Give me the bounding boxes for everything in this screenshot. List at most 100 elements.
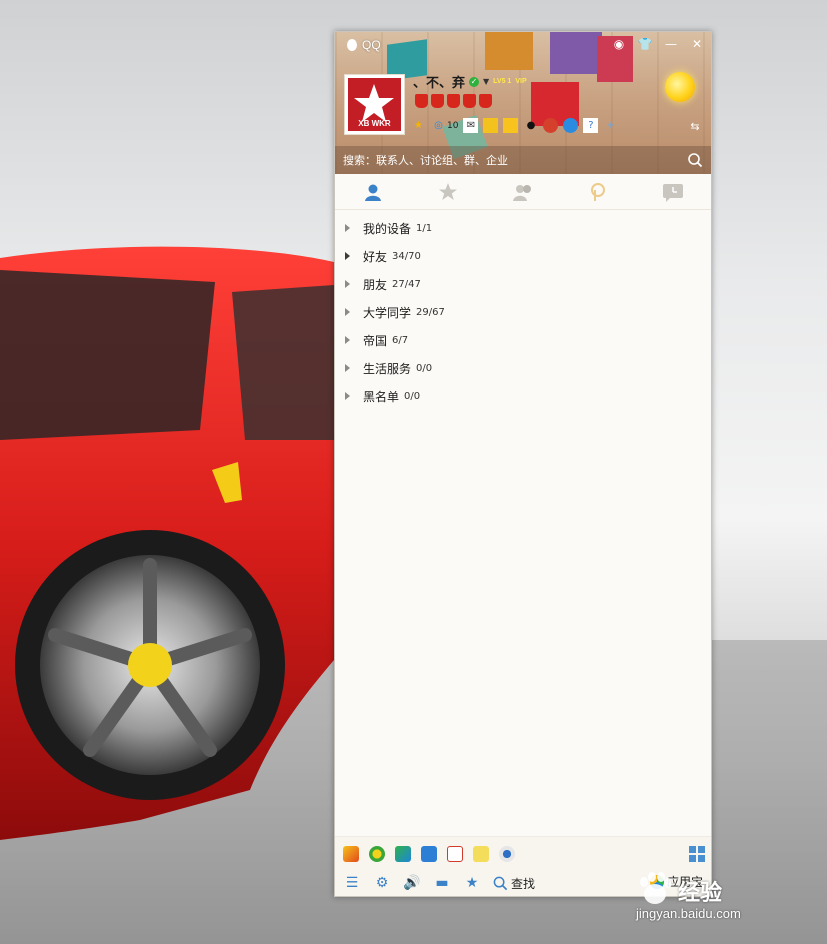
app-shortcuts <box>343 846 515 862</box>
penguin-icon[interactable]: ● <box>523 118 538 133</box>
favorites-star-icon <box>438 182 457 200</box>
avatar[interactable]: XB WKR <box>344 74 405 135</box>
chevron-right-icon <box>345 392 350 400</box>
quick-tools: ★ ◎ 10 ✉ ● ? + <box>411 118 618 133</box>
group-pals[interactable]: 朋友 27/47 <box>335 270 711 298</box>
find-label: 查找 <box>511 876 536 891</box>
title-area: QQ <box>345 38 381 52</box>
qzone-icon <box>591 182 606 201</box>
groups-icon <box>513 184 531 201</box>
level-badge[interactable]: LV5 1 <box>493 78 511 85</box>
group-blacklist[interactable]: 黑名单 0/0 <box>335 382 711 410</box>
group-count: 34/70 <box>392 250 421 262</box>
chevron-right-icon <box>345 252 350 260</box>
browser-icon[interactable] <box>563 118 579 133</box>
qq-game-icon[interactable] <box>343 846 359 862</box>
baidu-paw-logo <box>640 872 672 904</box>
qq-main-window: QQ ◉ 👕 — ✕ XB WKR 、不、弃 ✓ ▼ LV5 1 VIP ★ ◎… <box>334 31 712 897</box>
baidu-jingyan-watermark: 经验 jingyan.baidu.com <box>636 870 786 930</box>
add-tool-icon[interactable]: + <box>603 118 618 133</box>
badge-icon[interactable] <box>479 94 492 108</box>
qq-penguin-icon <box>347 39 357 51</box>
recent-chat-icon <box>663 183 684 202</box>
group-count: 29/67 <box>416 306 445 318</box>
minimize-button[interactable]: — <box>663 36 679 52</box>
group-name: 生活服务 <box>363 361 412 376</box>
contacts-icon <box>364 184 381 201</box>
star-icon[interactable]: ★ <box>411 118 426 133</box>
group-count: 27/47 <box>392 278 421 290</box>
badge-icon[interactable] <box>447 94 460 108</box>
group-name: 大学同学 <box>363 305 412 320</box>
group-count: 1/1 <box>416 222 433 234</box>
online-status-icon[interactable]: ✓ <box>469 76 480 87</box>
mail-icon[interactable]: ✉ <box>463 118 479 133</box>
watermark-brand: 经验 <box>678 881 723 906</box>
webcam-icon[interactable] <box>499 846 515 862</box>
tab-contacts[interactable] <box>335 174 410 209</box>
app-manager-icon[interactable] <box>689 846 705 862</box>
vip-badge[interactable]: VIP <box>515 78 526 85</box>
weather-sun-icon[interactable] <box>665 72 695 102</box>
group-friends[interactable]: 好友 34/70 <box>335 242 711 270</box>
nickname-row: 、不、弃 ✓ ▼ LV5 1 VIP <box>413 72 527 91</box>
tab-favorites[interactable] <box>410 174 485 209</box>
close-button[interactable]: ✕ <box>689 36 705 52</box>
group-count: 0/0 <box>416 362 433 374</box>
tab-recent-chats[interactable] <box>636 174 711 209</box>
group-classmates[interactable]: 大学同学 29/67 <box>335 298 711 326</box>
game-icon[interactable] <box>543 118 559 133</box>
chevron-right-icon <box>345 280 350 288</box>
watermark-url: jingyan.baidu.com <box>636 906 741 921</box>
avatar-image: XB WKR <box>348 78 401 131</box>
membership-badges <box>415 94 492 108</box>
search-icon <box>493 876 508 890</box>
wallet-icon[interactable] <box>483 118 499 133</box>
group-empire[interactable]: 帝国 6/7 <box>335 326 711 354</box>
contact-group-list: 我的设备 1/1 好友 34/70 朋友 27/47 大学同学 29/67 帝国… <box>335 210 711 410</box>
decorative-cube <box>485 32 533 70</box>
chevron-right-icon <box>345 224 350 232</box>
decorative-cube <box>550 32 602 74</box>
group-my-devices[interactable]: 我的设备 1/1 <box>335 214 711 242</box>
qq-pet-icon[interactable] <box>369 846 385 862</box>
chevron-down-icon[interactable]: ▼ <box>483 77 489 86</box>
chevron-right-icon <box>345 308 350 316</box>
qzone-icon[interactable]: ◎ <box>431 118 446 133</box>
favorites-box-icon[interactable]: ★ <box>463 874 481 892</box>
qzone-count: 10 <box>447 120 459 131</box>
badge-icon[interactable] <box>431 94 444 108</box>
group-life-services[interactable]: 生活服务 0/0 <box>335 354 711 382</box>
badge-icon[interactable] <box>415 94 428 108</box>
stock-chart-icon[interactable] <box>447 846 463 862</box>
switch-panel-icon[interactable]: ⇆ <box>687 120 703 136</box>
find-button[interactable]: 查找 <box>493 875 535 892</box>
qq-video-icon[interactable] <box>395 846 411 862</box>
tab-qzone[interactable] <box>561 174 636 209</box>
skin-shirt-icon[interactable]: 👕 <box>637 36 653 52</box>
group-count: 6/7 <box>392 334 409 346</box>
group-name: 黑名单 <box>363 389 400 404</box>
main-tabs <box>335 174 711 210</box>
sticky-note-icon[interactable] <box>473 846 489 862</box>
group-name: 朋友 <box>363 277 388 292</box>
file-folder-icon[interactable]: ▬ <box>433 874 451 892</box>
window-controls: ◉ 👕 — ✕ <box>611 36 705 52</box>
badge-icon[interactable] <box>463 94 476 108</box>
main-menu-icon[interactable]: ☰ <box>343 874 361 892</box>
chevron-right-icon <box>345 364 350 372</box>
group-name: 好友 <box>363 249 388 264</box>
main-menu-toolbar: ☰ ⚙ 🔊 ▬ ★ 查找 <box>343 874 535 892</box>
qq-cloud-icon[interactable] <box>421 846 437 862</box>
nickname[interactable]: 、不、弃 <box>413 72 465 91</box>
sound-icon[interactable]: 🔊 <box>403 874 421 892</box>
profile-header: QQ ◉ 👕 — ✕ XB WKR 、不、弃 ✓ ▼ LV5 1 VIP ★ ◎… <box>335 32 711 174</box>
note-icon[interactable] <box>503 118 519 133</box>
settings-gear-icon[interactable]: ⚙ <box>373 874 391 892</box>
tab-groups[interactable] <box>485 174 560 209</box>
search-bar[interactable]: 搜索：联系人、讨论组、群、企业 <box>335 146 711 174</box>
search-input[interactable]: 搜索：联系人、讨论组、群、企业 <box>343 152 687 168</box>
lock-icon[interactable]: ◉ <box>611 36 627 52</box>
search-icon[interactable] <box>687 152 703 168</box>
help-icon[interactable]: ? <box>583 118 599 133</box>
